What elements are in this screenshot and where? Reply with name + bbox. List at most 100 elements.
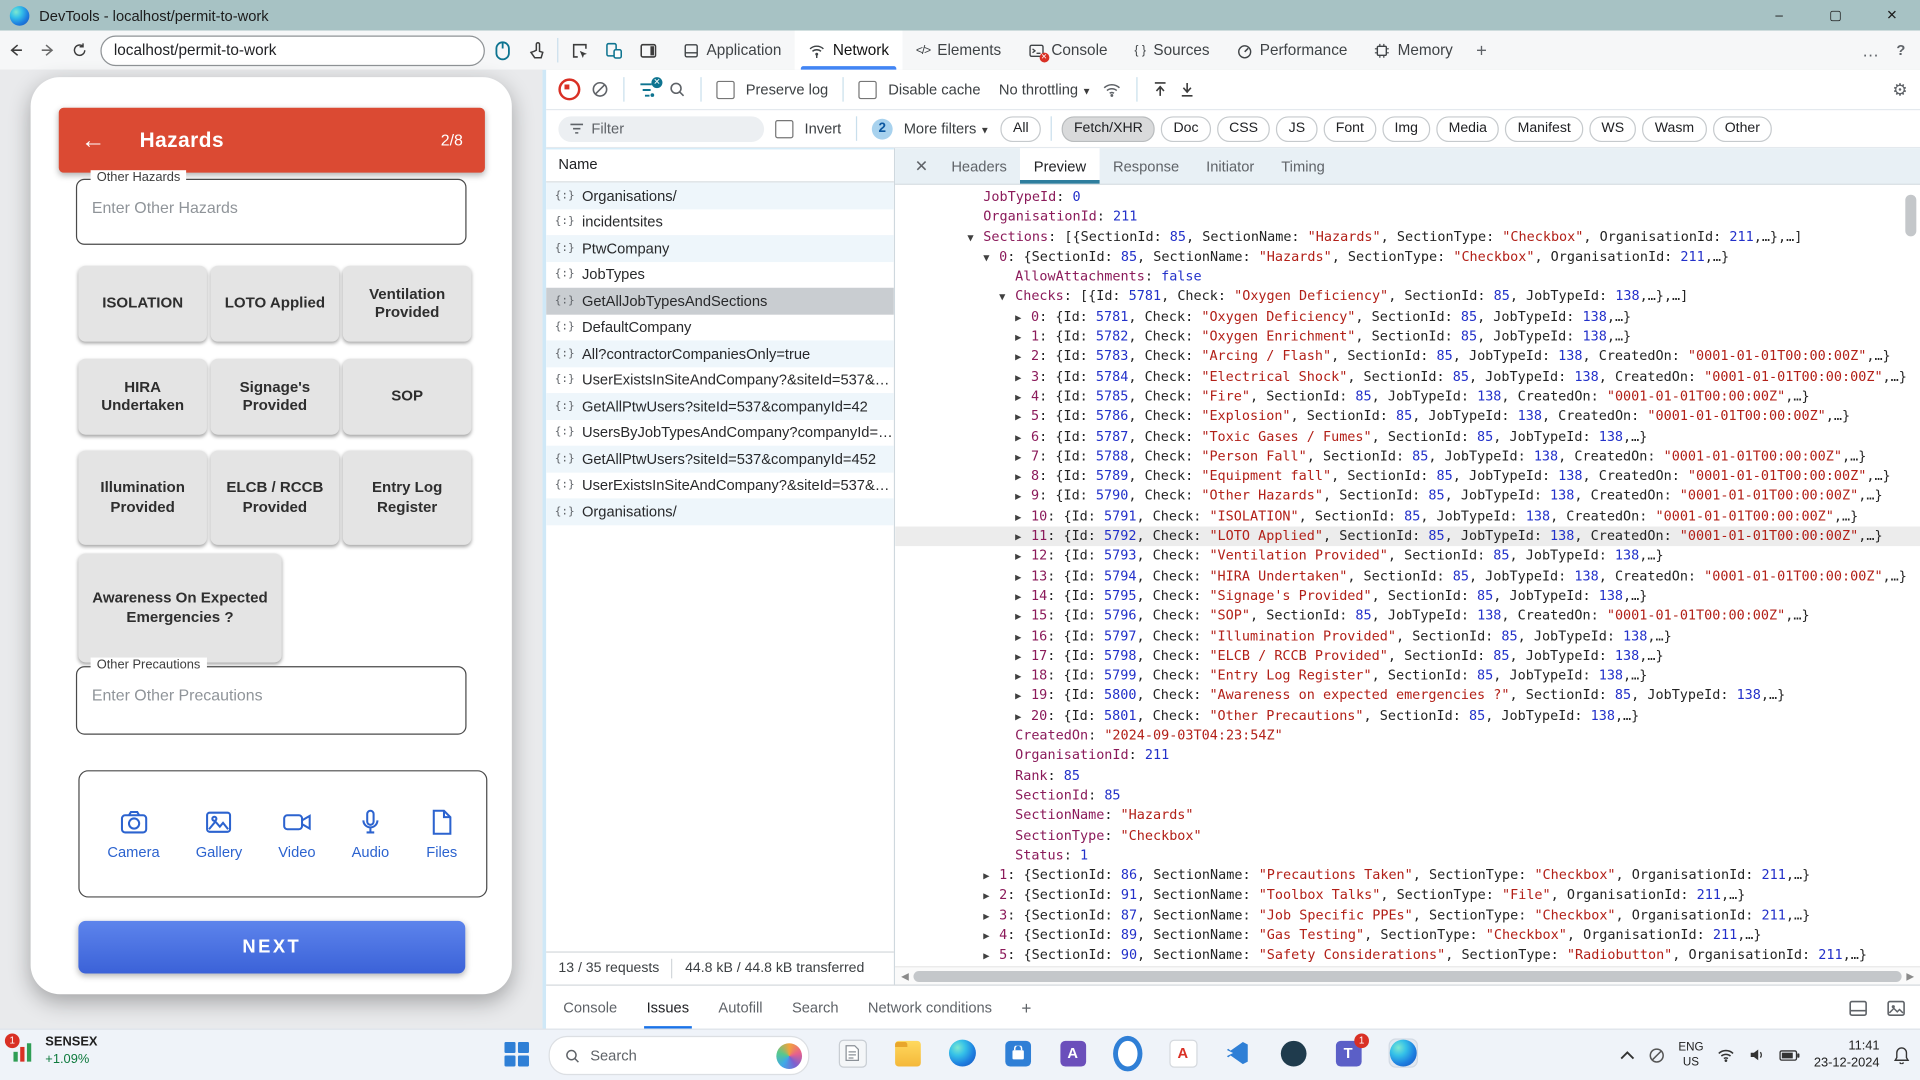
request-table-header[interactable]: Name <box>546 148 894 182</box>
back-arrow-icon[interactable]: ← <box>81 128 105 152</box>
other-hazards-field[interactable]: Other Hazards Enter Other Hazards <box>76 179 467 245</box>
preserve-log-checkbox[interactable] <box>716 80 734 98</box>
json-line[interactable]: ▼Checks: [{Id: 5781, Check: "Oxygen Defi… <box>895 287 1920 307</box>
app-a-purple-icon[interactable]: A <box>1058 1038 1087 1067</box>
json-line[interactable]: CreatedOn: "2024-09-03T04:23:54Z" <box>895 726 1920 746</box>
close-detail-icon[interactable]: ✕ <box>905 156 938 176</box>
collapsed-arrow-icon[interactable]: ▶ <box>1015 548 1031 567</box>
media-option-audio[interactable]: Audio <box>352 807 390 861</box>
collapsed-arrow-icon[interactable]: ▶ <box>983 867 999 886</box>
collapsed-arrow-icon[interactable]: ▶ <box>1015 707 1031 726</box>
dark-circle-app-icon[interactable] <box>1278 1038 1307 1067</box>
network-settings-gear-icon[interactable]: ⚙ <box>1892 79 1907 100</box>
close-button[interactable]: ✕ <box>1864 0 1920 31</box>
touch-mode-icon[interactable] <box>519 40 553 60</box>
mouse-mode-icon[interactable] <box>485 40 519 61</box>
collapsed-arrow-icon[interactable]: ▶ <box>1015 588 1031 607</box>
next-button[interactable]: NEXT <box>78 921 465 974</box>
volume-icon[interactable] <box>1749 1047 1766 1063</box>
horizontal-scrollbar[interactable]: ◀ ▶ <box>895 966 1920 984</box>
json-line[interactable]: ▶6: {Id: 5787, Check: "Toxic Gases / Fum… <box>895 427 1920 447</box>
hazard-button-hira-undertaken[interactable]: HIRA Undertaken <box>78 359 207 435</box>
json-line[interactable]: ▶5: {SectionId: 90, SectionName: "Safety… <box>895 946 1920 966</box>
reload-button[interactable] <box>64 42 96 59</box>
hazard-button-entry-log-register[interactable]: Entry Log Register <box>343 451 472 545</box>
json-line[interactable]: ▶2: {SectionId: 91, SectionName: "Toolbo… <box>895 886 1920 906</box>
dock-side-icon[interactable] <box>631 41 665 59</box>
screenshot-icon[interactable] <box>1887 1000 1905 1016</box>
resource-chip-ws[interactable]: WS <box>1589 116 1636 142</box>
collapsed-arrow-icon[interactable]: ▶ <box>1015 608 1031 627</box>
network-conditions-icon[interactable] <box>1103 81 1123 97</box>
browser-circle-icon[interactable] <box>1113 1038 1142 1067</box>
drawer-tab-issues[interactable]: Issues <box>647 986 689 1030</box>
drawer-tab-network-conditions[interactable]: Network conditions <box>868 986 992 1030</box>
resource-chip-doc[interactable]: Doc <box>1161 116 1211 142</box>
file-explorer-icon[interactable] <box>893 1038 922 1067</box>
request-row[interactable]: {:}GetAllPtwUsers?siteId=537&companyId=4… <box>546 446 894 472</box>
request-row[interactable]: {:}incidentsites <box>546 209 894 235</box>
device-toolbar-icon[interactable] <box>596 41 630 59</box>
hazard-button-sop[interactable]: SOP <box>343 359 472 435</box>
json-preview-tree[interactable]: JobTypeId: 0OrganisationId: 211▼Sections… <box>895 185 1920 966</box>
resource-chip-font[interactable]: Font <box>1323 116 1376 142</box>
collapsed-arrow-icon[interactable]: ▶ <box>1015 368 1031 387</box>
edge-active-icon[interactable] <box>1389 1038 1418 1067</box>
json-line[interactable]: AllowAttachments: false <box>895 267 1920 287</box>
request-row[interactable]: {:}JobTypes <box>546 261 894 287</box>
detail-tab-initiator[interactable]: Initiator <box>1193 148 1268 184</box>
json-line[interactable]: ▶17: {Id: 5798, Check: "ELCB / RCCB Prov… <box>895 646 1920 666</box>
json-line[interactable]: ▶18: {Id: 5799, Check: "Entry Log Regist… <box>895 666 1920 686</box>
collapsed-arrow-icon[interactable]: ▶ <box>1015 468 1031 487</box>
json-line[interactable]: SectionType: "Checkbox" <box>895 826 1920 846</box>
json-line[interactable]: Status: 1 <box>895 846 1920 866</box>
collapsed-arrow-icon[interactable]: ▶ <box>1015 348 1031 367</box>
clock[interactable]: 11:4123-12-2024 <box>1814 1038 1880 1071</box>
more-options-icon[interactable]: … <box>1862 40 1879 60</box>
media-option-video[interactable]: Video <box>278 807 315 861</box>
json-line[interactable]: ▶14: {Id: 5795, Check: "Signage's Provid… <box>895 586 1920 606</box>
detail-tab-timing[interactable]: Timing <box>1268 148 1338 184</box>
language-indicator[interactable]: ENGUS <box>1678 1041 1703 1069</box>
expanded-arrow-icon[interactable]: ▼ <box>967 228 983 247</box>
request-row[interactable]: {:}DefaultCompany <box>546 314 894 340</box>
edge-icon[interactable] <box>948 1038 977 1067</box>
request-row[interactable]: {:}UserExistsInSiteAndCompany?&siteId=53… <box>546 367 894 393</box>
json-line[interactable]: SectionId: 85 <box>895 786 1920 806</box>
resource-chip-other[interactable]: Other <box>1712 116 1772 142</box>
record-network-log-icon[interactable] <box>558 78 580 100</box>
vscode-icon[interactable] <box>1223 1038 1252 1067</box>
collapsed-arrow-icon[interactable]: ▶ <box>1015 388 1031 407</box>
collapsed-arrow-icon[interactable]: ▶ <box>983 887 999 906</box>
app-a-red-icon[interactable]: A <box>1168 1038 1197 1067</box>
collapsed-arrow-icon[interactable]: ▶ <box>1015 628 1031 647</box>
collapsed-arrow-icon[interactable]: ▶ <box>1015 488 1031 507</box>
hazard-button-elcb-rccb-provided[interactable]: ELCB / RCCB Provided <box>211 451 340 545</box>
collapsed-arrow-icon[interactable]: ▶ <box>1015 448 1031 467</box>
expanded-arrow-icon[interactable]: ▼ <box>999 288 1015 307</box>
hidden-icons-chevron[interactable] <box>1620 1050 1635 1060</box>
search-highlight-icon[interactable] <box>776 1043 802 1069</box>
collapsed-arrow-icon[interactable]: ▶ <box>1015 648 1031 667</box>
scroll-right-arrow[interactable]: ▶ <box>1904 970 1916 981</box>
clear-network-log-icon[interactable] <box>591 81 608 98</box>
invert-checkbox[interactable] <box>775 119 793 137</box>
json-line[interactable]: ▶12: {Id: 5793, Check: "Ventilation Prov… <box>895 547 1920 567</box>
dock-bottom-icon[interactable] <box>1849 1000 1867 1016</box>
resource-chip-fetch-xhr[interactable]: Fetch/XHR <box>1062 116 1155 142</box>
json-line[interactable]: ▼Sections: [{SectionId: 85, SectionName:… <box>895 227 1920 247</box>
resource-chip-css[interactable]: CSS <box>1217 116 1270 142</box>
json-line[interactable]: ▶2: {Id: 5783, Check: "Arcing / Flash", … <box>895 347 1920 367</box>
json-line[interactable]: ▶0: {Id: 5781, Check: "Oxygen Deficiency… <box>895 307 1920 327</box>
export-har-icon[interactable] <box>1180 81 1196 98</box>
json-line[interactable]: Rank: 85 <box>895 766 1920 786</box>
hazard-button-isolation[interactable]: ISOLATION <box>78 266 207 342</box>
request-row[interactable]: {:}PtwCompany <box>546 235 894 261</box>
devtools-tab-network[interactable]: Network <box>795 31 903 70</box>
json-line[interactable]: OrganisationId: 211 <box>895 207 1920 227</box>
request-row[interactable]: {:}UserExistsInSiteAndCompany?&siteId=53… <box>546 472 894 498</box>
request-row[interactable]: {:}All?contractorCompaniesOnly=true <box>546 340 894 366</box>
drawer-tab-console[interactable]: Console <box>563 986 617 1030</box>
request-row[interactable]: {:}GetAllPtwUsers?siteId=537&companyId=4… <box>546 393 894 419</box>
detail-tab-headers[interactable]: Headers <box>938 148 1020 184</box>
